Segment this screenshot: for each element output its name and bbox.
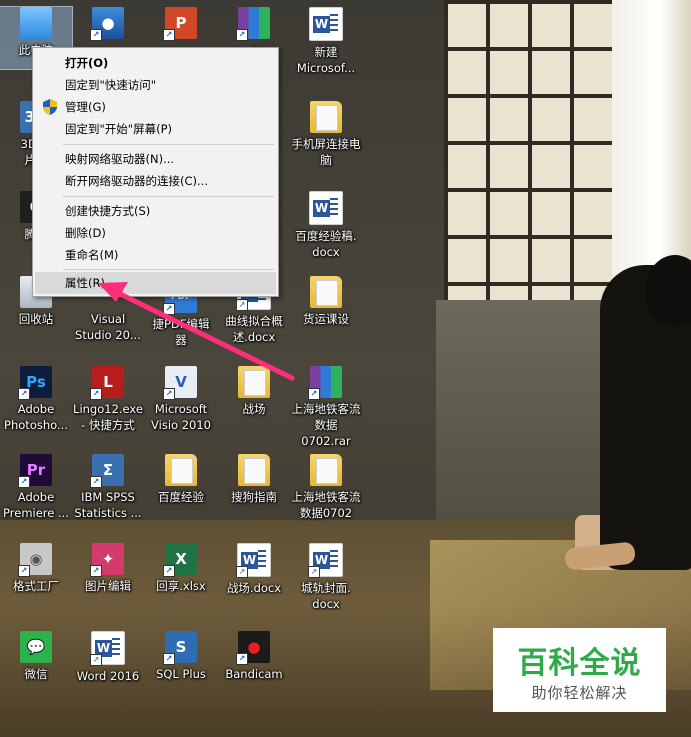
- watermark-badge: 百科全说 助你轻松解决: [493, 628, 666, 712]
- annotation-arrow: [98, 282, 295, 381]
- watermark-subtitle: 助你轻松解决: [531, 684, 628, 702]
- watermark-title: 百科全说: [517, 646, 642, 681]
